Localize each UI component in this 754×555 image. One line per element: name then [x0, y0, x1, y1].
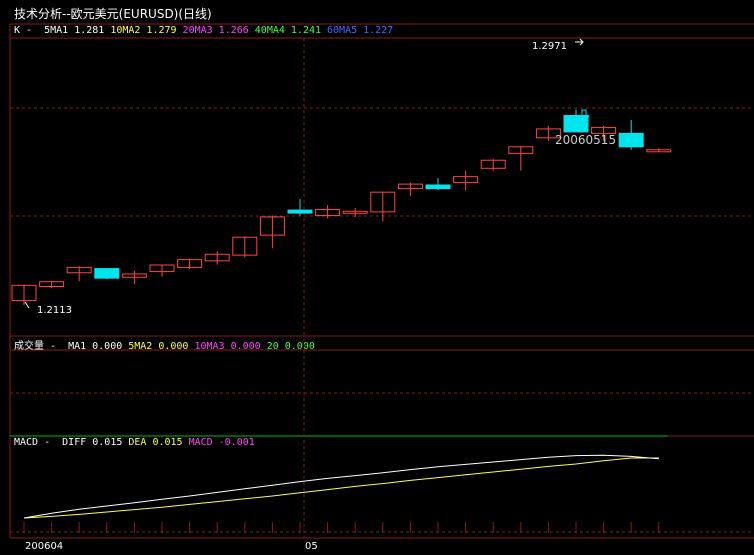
- high-price-label: 1.2971: [532, 41, 567, 52]
- candle-body-3: [94, 268, 120, 279]
- x-axis-mid-label: 05: [305, 541, 318, 552]
- candle-body-15: [425, 184, 451, 190]
- high-marker-arrow: [575, 38, 584, 46]
- low-marker-arrow: [24, 301, 30, 309]
- x-axis-start-label: 200604: [25, 541, 64, 552]
- price-chart[interactable]: [0, 0, 754, 555]
- low-price-label: 1.2113: [37, 305, 72, 316]
- candle-body-10: [287, 209, 313, 214]
- dea-line: [23, 457, 659, 519]
- candle-body-20: [563, 114, 589, 133]
- candle-body-22: [618, 132, 644, 148]
- date-annotation: 20060515: [555, 133, 617, 147]
